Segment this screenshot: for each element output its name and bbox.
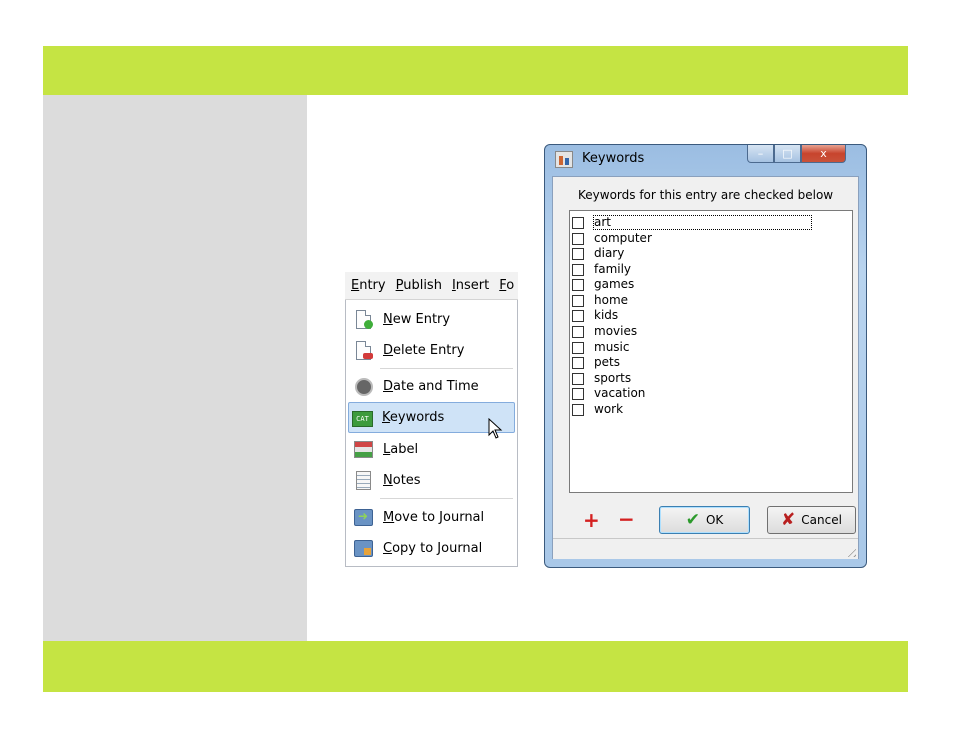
keyword-item-pets[interactable]: pets bbox=[572, 355, 620, 370]
keyword-item-vacation[interactable]: vacation bbox=[572, 386, 645, 401]
copy-journal-icon bbox=[353, 538, 373, 558]
keyword-checkbox[interactable] bbox=[572, 372, 584, 385]
keyword-item-art[interactable]: art bbox=[572, 215, 812, 230]
menu-item-copy-to-journal[interactable]: Copy to Journal bbox=[350, 533, 514, 563]
menu-item-move-to-journal[interactable]: Move to Journal bbox=[350, 502, 514, 532]
keyword-item-work[interactable]: work bbox=[572, 402, 623, 417]
keyword-checkbox[interactable] bbox=[572, 263, 584, 276]
menu-separator bbox=[380, 368, 513, 369]
keyword-checkbox[interactable] bbox=[572, 294, 584, 307]
keyword-checkbox[interactable] bbox=[572, 309, 584, 322]
bottom-accent-band bbox=[43, 641, 908, 692]
menu-publish[interactable]: Publish bbox=[390, 272, 446, 293]
delete-entry-icon bbox=[353, 340, 373, 360]
app-icon bbox=[555, 151, 573, 168]
keyword-checkbox[interactable] bbox=[572, 232, 584, 245]
keyword-checkbox[interactable] bbox=[572, 278, 584, 291]
cancel-button[interactable]: ✘ Cancel bbox=[767, 506, 856, 534]
menu-format[interactable]: Fo bbox=[493, 272, 518, 293]
mouse-cursor-icon bbox=[488, 418, 503, 439]
clock-icon bbox=[353, 376, 373, 396]
label-icon bbox=[353, 439, 373, 459]
close-button[interactable]: x bbox=[801, 145, 846, 163]
menu-item-new-entry[interactable]: New Entry bbox=[350, 304, 514, 334]
cross-icon: ✘ bbox=[781, 510, 796, 530]
left-gray-panel bbox=[43, 95, 307, 641]
top-accent-band bbox=[43, 46, 908, 95]
dialog-caption: Keywords for this entry are checked belo… bbox=[578, 188, 834, 202]
keyword-item-kids[interactable]: kids bbox=[572, 308, 618, 323]
menu-item-date-and-time[interactable]: Date and Time bbox=[350, 371, 514, 401]
menu-item-delete-entry[interactable]: Delete Entry bbox=[350, 335, 514, 365]
menu-insert[interactable]: Insert bbox=[446, 272, 493, 293]
keyword-checkbox[interactable] bbox=[572, 387, 584, 400]
keyword-checkbox[interactable] bbox=[572, 216, 584, 229]
checkmark-icon: ✔ bbox=[685, 510, 700, 530]
ok-button[interactable]: ✔ OK bbox=[659, 506, 750, 534]
keyword-item-movies[interactable]: movies bbox=[572, 324, 637, 339]
keyword-item-family[interactable]: family bbox=[572, 262, 631, 277]
keyword-item-games[interactable]: games bbox=[572, 277, 634, 292]
maximize-button[interactable]: □ bbox=[774, 145, 801, 163]
keyword-checkbox[interactable] bbox=[572, 247, 584, 260]
notes-icon bbox=[353, 470, 373, 490]
keyword-checkbox[interactable] bbox=[572, 341, 584, 354]
dialog-title: Keywords bbox=[582, 151, 645, 166]
add-keyword-button[interactable]: + bbox=[583, 510, 600, 530]
remove-keyword-button[interactable]: − bbox=[618, 509, 635, 529]
move-journal-icon bbox=[353, 507, 373, 527]
new-entry-icon bbox=[353, 309, 373, 329]
keyword-item-home[interactable]: home bbox=[572, 293, 628, 308]
menu-bar: Entry Publish Insert Fo bbox=[345, 272, 518, 300]
keyword-item-sports[interactable]: sports bbox=[572, 371, 631, 386]
keyword-item-music[interactable]: music bbox=[572, 340, 629, 355]
keywords-icon: CAT bbox=[352, 408, 373, 428]
keyword-checkbox[interactable] bbox=[572, 325, 584, 338]
dialog-status-bar bbox=[553, 538, 858, 559]
menu-entry[interactable]: Entry bbox=[345, 272, 390, 293]
keyword-item-diary[interactable]: diary bbox=[572, 246, 624, 261]
minimize-button[interactable]: – bbox=[747, 145, 774, 163]
keyword-checkbox[interactable] bbox=[572, 356, 584, 369]
keyword-item-computer[interactable]: computer bbox=[572, 231, 652, 246]
menu-item-notes[interactable]: Notes bbox=[350, 465, 514, 495]
menu-separator bbox=[380, 498, 513, 499]
keyword-checkbox[interactable] bbox=[572, 403, 584, 416]
